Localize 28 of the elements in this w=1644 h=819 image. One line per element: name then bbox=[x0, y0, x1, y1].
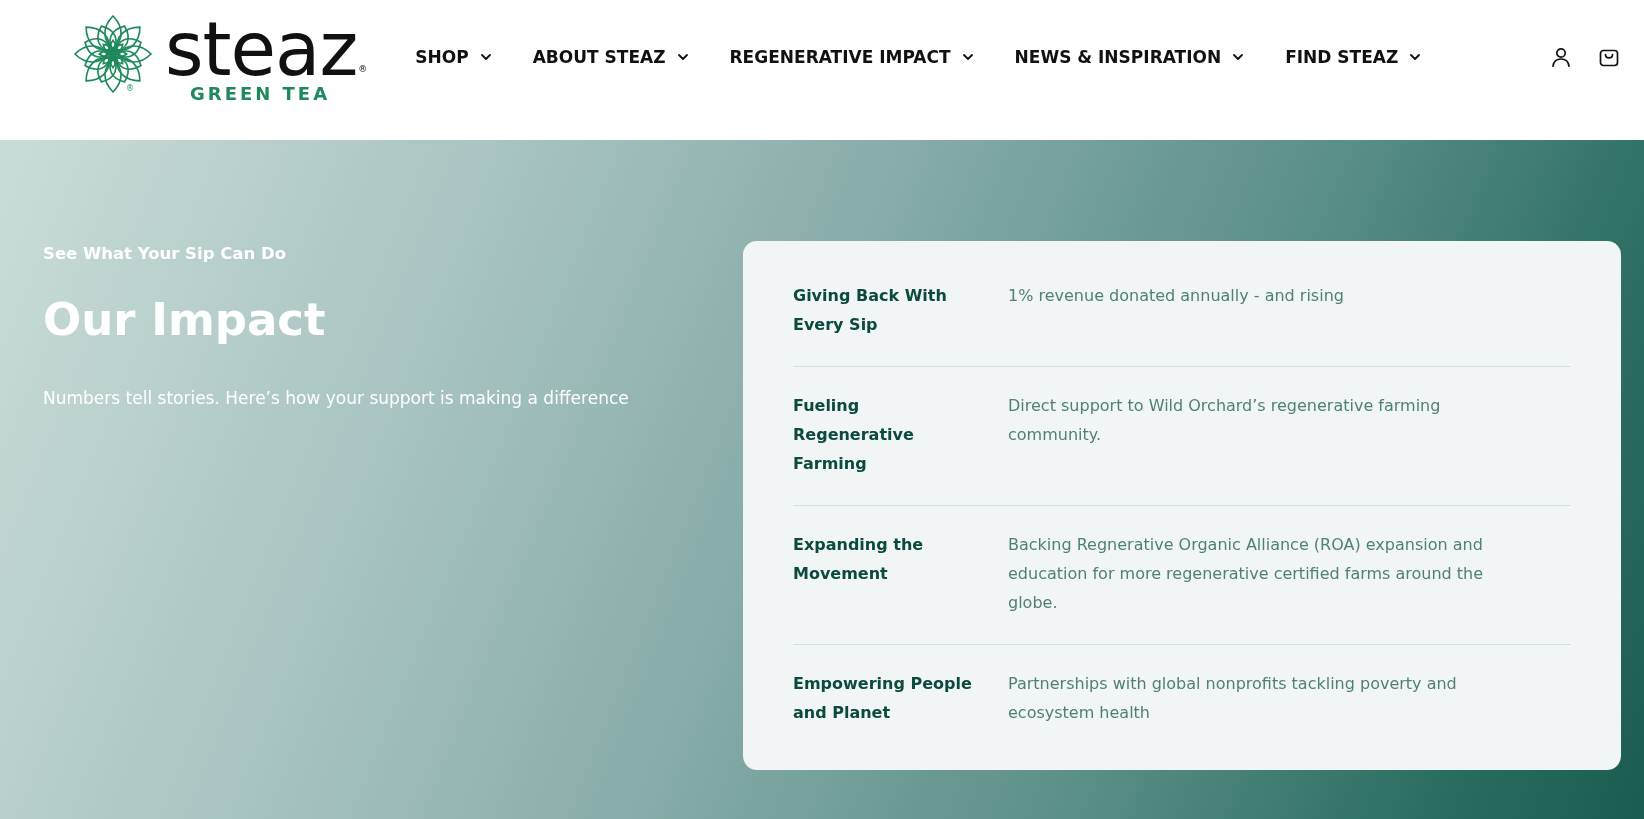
eyebrow-text: See What Your Sip Can Do bbox=[43, 244, 286, 264]
nav-menu-link[interactable]: SHOP bbox=[415, 47, 491, 67]
shopping-bag-icon[interactable] bbox=[1599, 47, 1619, 67]
user-icon[interactable] bbox=[1551, 47, 1571, 67]
registered-mark: ® bbox=[126, 84, 134, 93]
intro-text: Numbers tell stories. Here’s how your support is making a difference bbox=[43, 387, 629, 410]
nav-menu-link[interactable]: ABOUT STEAZ bbox=[532, 47, 688, 67]
nav-menu-link[interactable]: REGENERATIVE IMPACT bbox=[729, 47, 973, 67]
nav-menu-link[interactable]: FIND STEAZ bbox=[1285, 47, 1421, 67]
impact-description: Backing Regnerative Organic Alliance (ROA) expansion and education for more regenerative certified farms around the globe. bbox=[1008, 534, 1485, 614]
impact-label: Giving Back With Every Sip bbox=[793, 285, 948, 336]
impact-description: 1% revenue donated annually - and rising bbox=[1008, 285, 1345, 307]
lotus-flower-icon bbox=[74, 14, 152, 93]
brand-tagline: GREEN TEA bbox=[190, 84, 332, 103]
brand-wordmark[interactable]: steaz bbox=[165, 12, 358, 86]
caret-icon bbox=[677, 54, 688, 60]
impact-description: Partnerships with global nonprofits tackling poverty and ecosystem health bbox=[1008, 673, 1458, 724]
caret-icon bbox=[480, 54, 491, 60]
caret-icon bbox=[962, 54, 973, 60]
impact-label: Expanding the Movement bbox=[793, 534, 925, 585]
caret-icon bbox=[1410, 54, 1421, 60]
nav-menu-link[interactable]: NEWS & INSPIRATION bbox=[1014, 47, 1244, 67]
impact-label: Fueling Regenerative Farming bbox=[793, 395, 915, 475]
registered-mark: ® bbox=[358, 64, 368, 74]
caret-icon bbox=[1233, 54, 1244, 60]
page-title: Our Impact bbox=[43, 292, 326, 348]
impact-description: Direct support to Wild Orchard’s regenerative farming community. bbox=[1008, 395, 1442, 446]
impact-label: Empowering People and Planet bbox=[793, 673, 973, 724]
